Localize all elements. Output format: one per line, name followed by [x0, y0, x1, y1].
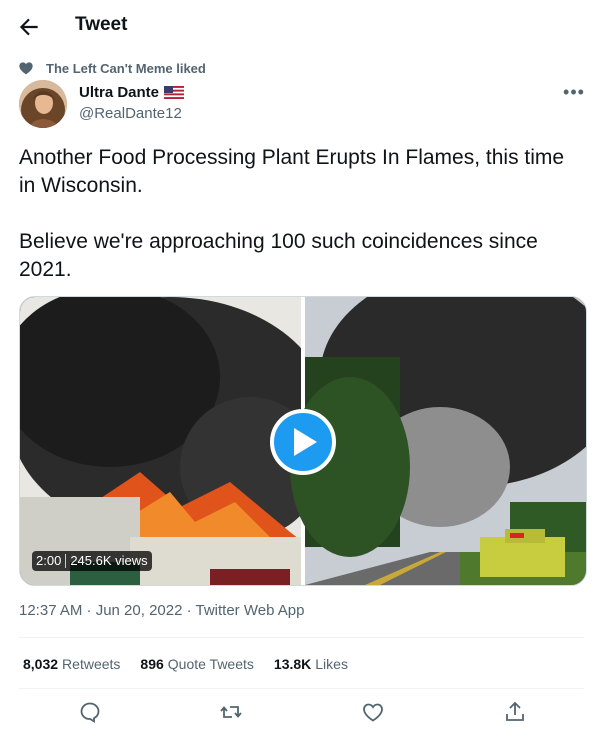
- reply-icon[interactable]: [78, 700, 102, 724]
- action-bar: [0, 700, 603, 728]
- likes-count: 13.8K: [273, 656, 312, 672]
- likes-stat[interactable]: 13.8K Likes: [274, 656, 348, 672]
- social-context[interactable]: The Left Can't Meme liked: [18, 60, 206, 76]
- likes-label: Likes: [315, 656, 348, 672]
- heart-icon: [19, 62, 33, 75]
- page-header: Tweet: [0, 0, 603, 52]
- quote-tweets-stat[interactable]: 896 Quote Tweets: [140, 656, 254, 672]
- play-icon: [294, 428, 317, 456]
- retweets-count: 8,032: [23, 656, 59, 672]
- avatar[interactable]: [19, 80, 67, 128]
- more-icon[interactable]: •••: [562, 82, 586, 104]
- like-icon[interactable]: [361, 700, 385, 724]
- quote-tweets-count: 896: [140, 656, 164, 672]
- video-duration: 2:00: [36, 553, 62, 568]
- retweet-icon[interactable]: [219, 700, 243, 724]
- video-player[interactable]: 2:00 245.6K views: [19, 296, 587, 586]
- tweet-timestamp[interactable]: 12:37 AM · Jun 20, 2022 · Twitter Web Ap…: [19, 602, 304, 619]
- divider: [19, 688, 584, 689]
- tweet-text: Another Food Processing Plant Erupts In …: [19, 144, 584, 284]
- flag-icon: [164, 86, 185, 99]
- back-arrow-icon[interactable]: [16, 14, 42, 40]
- author-display-name[interactable]: Ultra Dante: [79, 84, 159, 101]
- play-button[interactable]: [270, 409, 336, 475]
- social-context-text: The Left Can't Meme liked: [46, 60, 206, 76]
- retweets-label: Retweets: [62, 656, 121, 672]
- video-info-badge: 2:00 245.6K views: [32, 551, 152, 571]
- divider: [19, 637, 584, 638]
- avatar-image: [19, 80, 67, 128]
- video-views: 245.6K views: [70, 553, 148, 568]
- page-title: Tweet: [75, 14, 128, 35]
- tweet-paragraph: Another Food Processing Plant Erupts In …: [19, 146, 565, 197]
- tweet-stats: 8,032 Retweets 896 Quote Tweets 13.8K Likes: [23, 656, 368, 672]
- tweet-paragraph: Believe we're approaching 100 such coinc…: [19, 230, 538, 281]
- share-icon[interactable]: [503, 700, 527, 724]
- author-handle[interactable]: @RealDante12: [79, 105, 182, 122]
- author-name-row[interactable]: Ultra Dante: [79, 84, 185, 101]
- retweets-stat[interactable]: 8,032 Retweets: [23, 656, 120, 672]
- quote-tweets-label: Quote Tweets: [167, 656, 254, 672]
